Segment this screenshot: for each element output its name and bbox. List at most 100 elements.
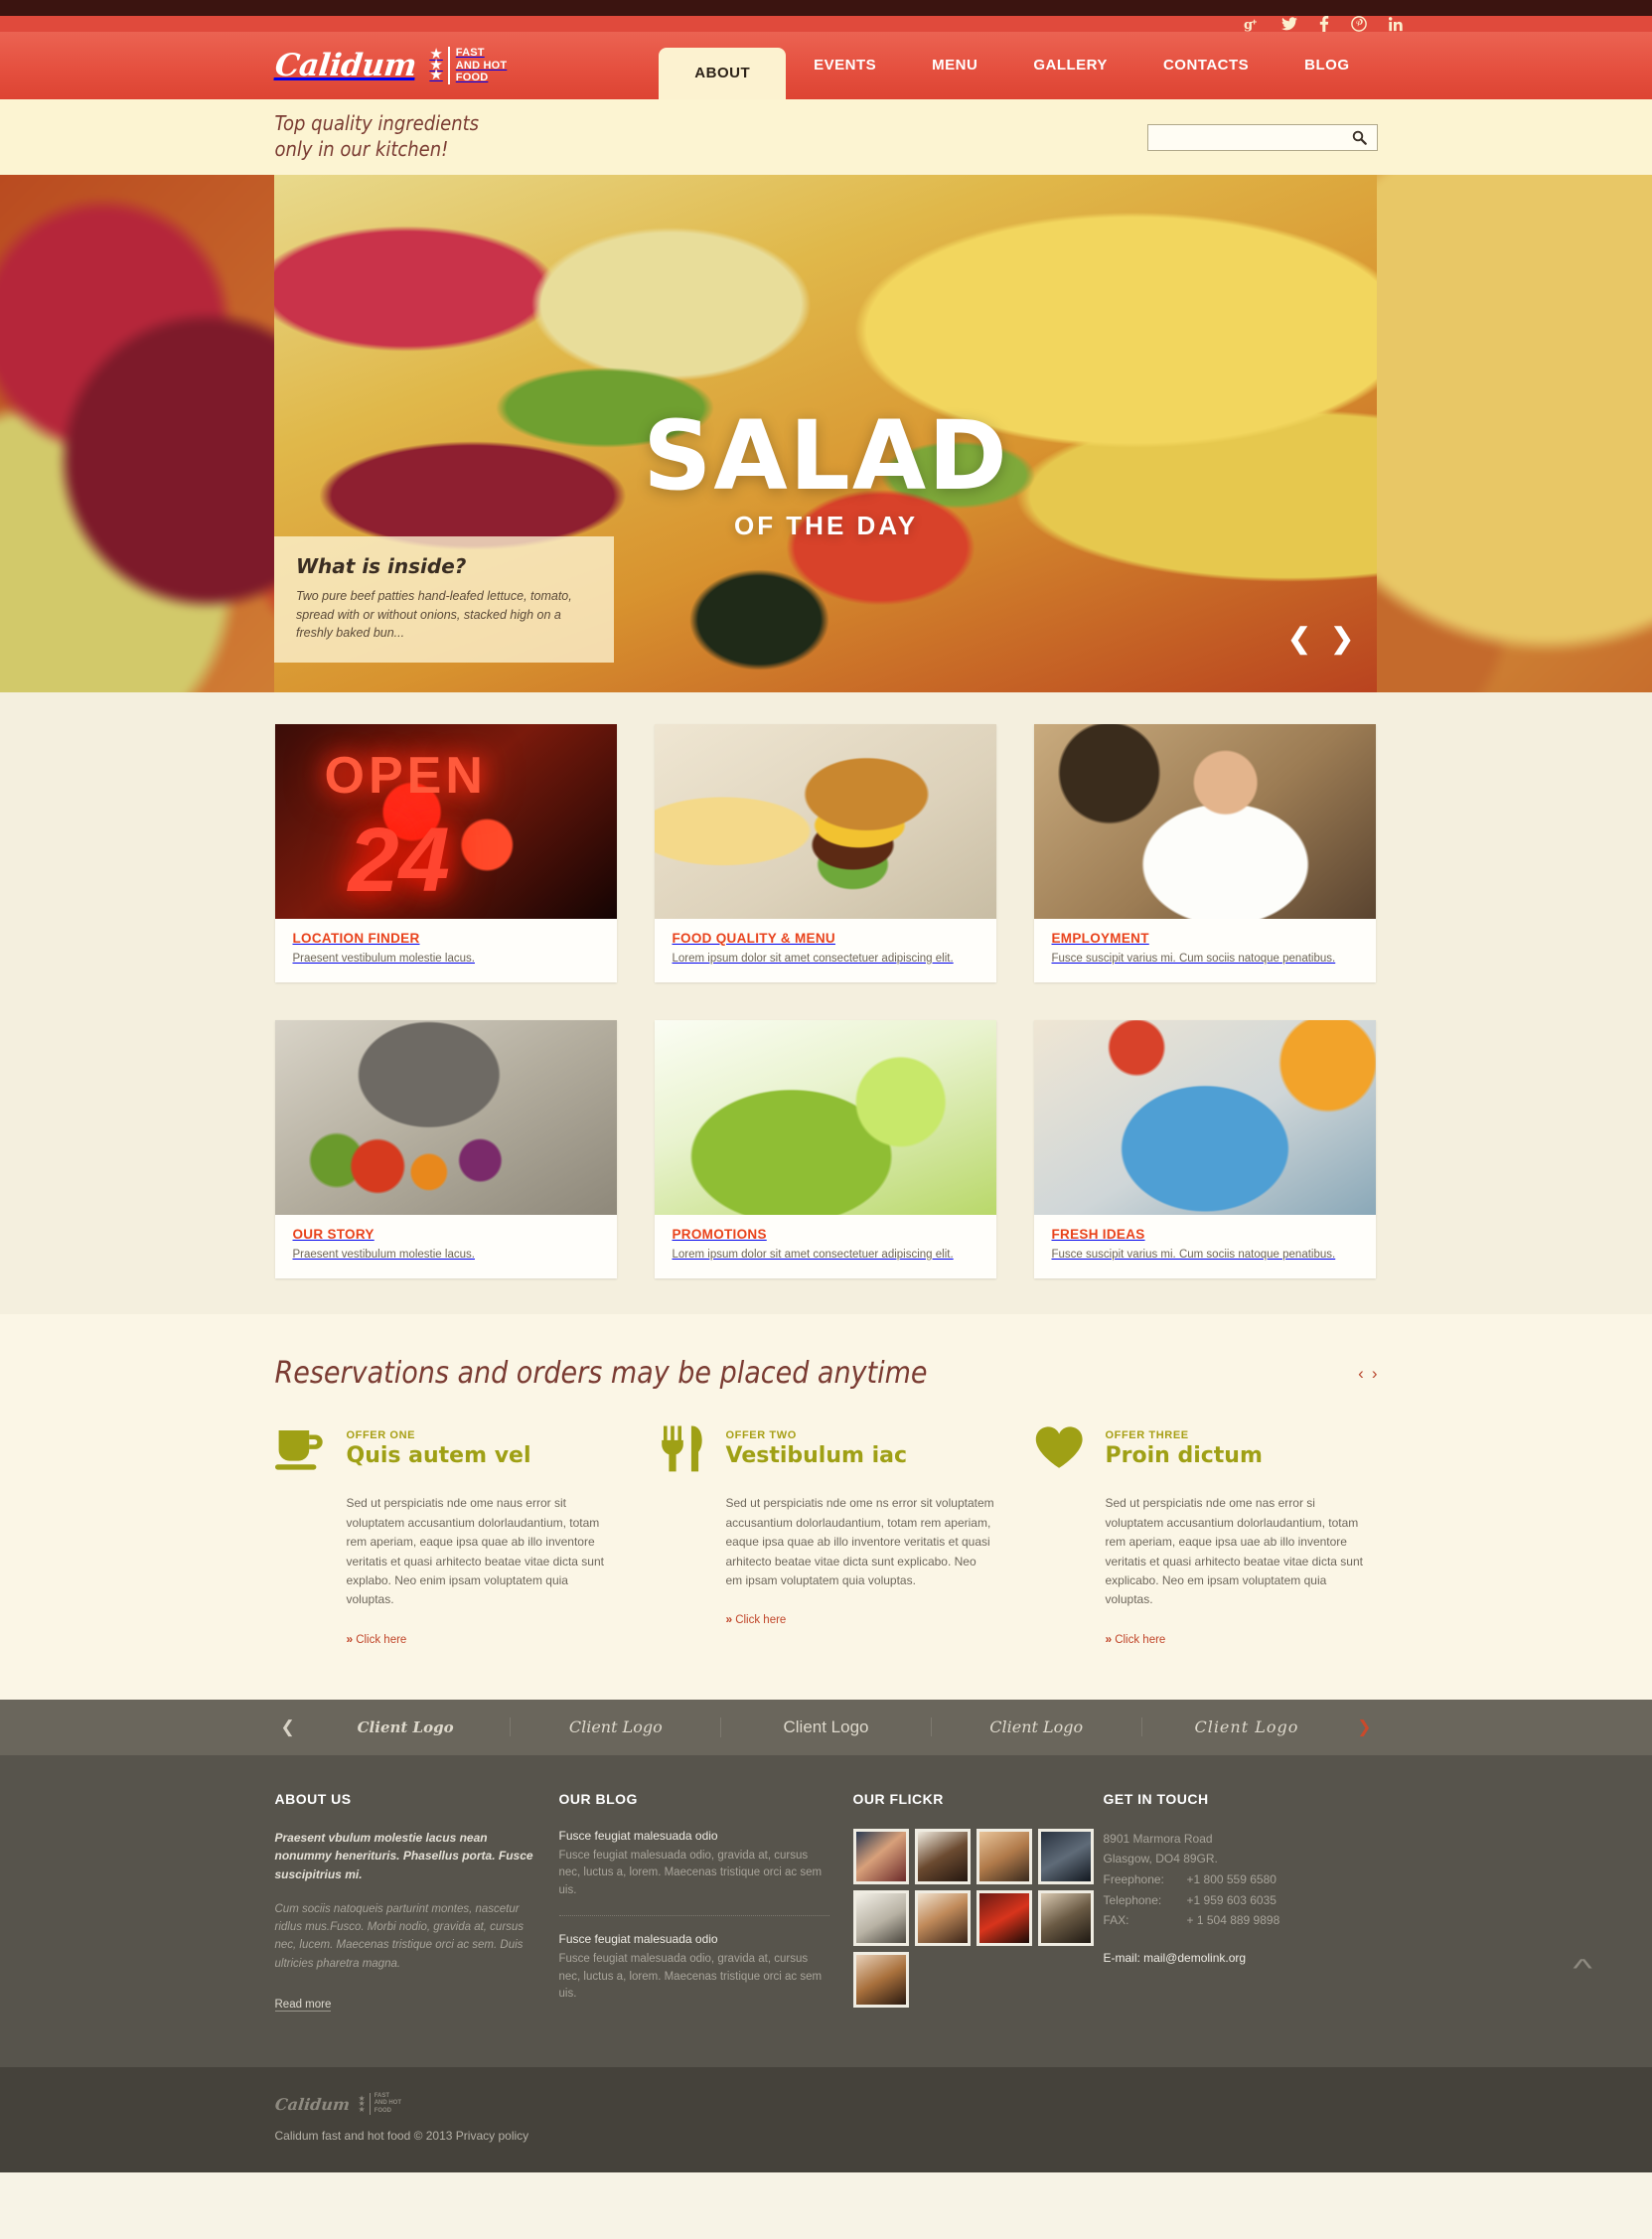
offer-text: Sed ut perspiciatis nde ome naus error s…	[346, 1496, 604, 1607]
offer-two: OFFER TWO Vestibulum iac Sed ut perspici…	[655, 1424, 996, 1648]
hero-slider[interactable]: SALAD OF THE DAY What is inside? Two pur…	[0, 175, 1652, 692]
footer-get-in-touch: GET IN TOUCH 8901 Marmora Road Glasgow, …	[1104, 1791, 1378, 2019]
slider-title: SALAD	[643, 400, 1009, 512]
telephone-value: +1 959 603 6035	[1186, 1892, 1277, 1907]
card-employment[interactable]: EMPLOYMENT Fusce suscipit varius mi. Cum…	[1033, 724, 1376, 983]
offer-text: Sed ut perspiciatis nde ome ns error sit…	[725, 1496, 994, 1587]
tagline-text: Top quality ingredients only in our kitc…	[275, 111, 480, 162]
card-desc: Praesent vestibulum molestie lacus.	[292, 953, 475, 965]
offer-title: Proin dictum	[1105, 1442, 1263, 1468]
offers-controls: ‹ ›	[1358, 1364, 1377, 1384]
freephone-value: +1 800 559 6580	[1186, 1872, 1277, 1887]
footer-about-heading: ABOUT US	[274, 1790, 352, 1807]
site-header: Calidum ★ ★ ★ FAST AND HOT FOOD ABOUT EVEN…	[0, 32, 1652, 99]
client-logo-5[interactable]: Client Logo	[1140, 1717, 1352, 1737]
nav-item-about[interactable]: ABOUT	[659, 48, 787, 99]
google-plus-icon[interactable]: g +	[1244, 16, 1260, 32]
card-location-finder[interactable]: LOCATION FINDER Praesent vestibulum mole…	[274, 724, 617, 983]
flickr-thumb-6[interactable]	[914, 1889, 971, 1946]
nav-item-events[interactable]: EVENTS	[786, 32, 904, 99]
slider-next-button[interactable]: ❯	[1331, 625, 1354, 653]
card-image-open-sign	[274, 724, 617, 919]
flickr-thumb-2[interactable]	[914, 1828, 971, 1884]
search-button[interactable]	[1343, 125, 1377, 150]
footer-telephone: Telephone: +1 959 603 6035	[1104, 1890, 1378, 1911]
flickr-thumb-1[interactable]	[852, 1828, 909, 1884]
back-to-top-icon[interactable]: ^	[1573, 1953, 1592, 1984]
flickr-thumb-4[interactable]	[1037, 1828, 1094, 1884]
slider-prev-button[interactable]: ❮	[1287, 625, 1310, 653]
client-logo-3[interactable]: Client Logo	[720, 1717, 931, 1737]
slider-controls: ❮ ❯	[1287, 625, 1354, 653]
offer-three: OFFER THREE Proin dictum Sed ut perspici…	[1034, 1424, 1376, 1648]
clients-next-button[interactable]: ❯	[1351, 1717, 1377, 1737]
offers-prev-button[interactable]: ‹	[1358, 1364, 1364, 1384]
copyright-text: Calidum fast and hot food © 2013 Privacy…	[274, 2129, 529, 2144]
footer-read-more-link[interactable]: Read more	[274, 1999, 332, 2013]
tagline-bar: Top quality ingredients only in our kitc…	[0, 99, 1652, 175]
nav-item-blog[interactable]: BLOG	[1277, 32, 1377, 99]
footer-our-blog: OUR BLOG Fusce feugiat malesuada odio Fu…	[558, 1790, 853, 2019]
footer-email[interactable]: E-mail: mail@demolink.org	[1104, 1951, 1378, 1965]
nav-item-menu[interactable]: MENU	[904, 32, 1005, 99]
offers-next-button[interactable]: ›	[1372, 1364, 1378, 1384]
client-logo-1[interactable]: Client Logo	[301, 1718, 511, 1736]
footer-blog-heading: OUR BLOG	[558, 1790, 638, 1807]
card-image-chef	[1033, 724, 1376, 919]
card-fresh-ideas[interactable]: FRESH IDEAS Fusce suscipit varius mi. Cu…	[1033, 1020, 1376, 1279]
offers-section: Reservations and orders may be placed an…	[0, 1314, 1652, 1700]
card-promotions[interactable]: PROMOTIONS Lorem ipsum dolor sit amet co…	[654, 1020, 996, 1279]
flickr-thumb-8[interactable]	[1037, 1889, 1094, 1946]
footer-logo-name: Calidum	[273, 2094, 351, 2114]
footer-flickr-heading: OUR FLICKR	[852, 1790, 944, 1807]
footer-logo-tag1: FAST	[374, 2092, 390, 2099]
card-desc: Lorem ipsum dolor sit amet consectetuer …	[672, 953, 954, 965]
offer-label: OFFER ONE	[346, 1428, 416, 1441]
client-logo-4[interactable]: Client Logo	[930, 1717, 1141, 1737]
slider-caption: What is inside? Two pure beef patties ha…	[274, 535, 614, 663]
offer-link[interactable]: » Click here	[655, 1612, 787, 1626]
offers-heading: Reservations and orders may be placed an…	[274, 1356, 928, 1392]
feature-cards-grid: LOCATION FINDER Praesent vestibulum mole…	[274, 724, 1378, 1279]
fax-label: FAX:	[1103, 1913, 1129, 1928]
flickr-thumb-7[interactable]	[976, 1889, 1032, 1946]
card-title: FOOD QUALITY & MENU	[672, 931, 835, 946]
clients-prev-button[interactable]: ❮	[275, 1717, 301, 1737]
flickr-thumb-9[interactable]	[852, 1951, 909, 2008]
client-logo-2[interactable]: Client Logo	[510, 1717, 720, 1737]
nav-item-gallery[interactable]: GALLERY	[1005, 32, 1135, 99]
card-desc: Fusce suscipit varius mi. Cum sociis nat…	[1051, 953, 1336, 965]
site-logo[interactable]: Calidum ★ ★ ★ FAST AND HOT FOOD	[272, 46, 508, 85]
footer-logo-tagline: FAST AND HOT FOOD	[369, 2092, 401, 2116]
card-title: FRESH IDEAS	[1051, 1227, 1145, 1243]
nav-item-contacts[interactable]: CONTACTS	[1135, 32, 1277, 99]
slider-caption-text: Two pure beef patties hand-leafed lettuc…	[296, 588, 572, 641]
offer-link[interactable]: » Click here	[275, 1632, 407, 1646]
footer-fax: FAX: + 1 504 889 9898	[1104, 1910, 1378, 1931]
logo-name: Calidum	[272, 48, 418, 83]
offer-one: OFFER ONE Quis autem vel Sed ut perspici…	[274, 1424, 617, 1648]
site-footer: ABOUT US Praesent vbulum molestie lacus …	[0, 1754, 1652, 2067]
blog-post-title: Fusce feugiat malesuada odio	[558, 1932, 718, 1947]
offer-link-label: Click here	[735, 1614, 787, 1627]
card-title: OUR STORY	[292, 1227, 375, 1243]
svg-text:+: +	[1252, 17, 1257, 27]
footer-logo[interactable]: Calidum ★ ★ ★ FAST AND HOT FOOD	[273, 2092, 1378, 2116]
pinterest-icon[interactable]	[1351, 16, 1367, 32]
flickr-thumb-5[interactable]	[852, 1889, 909, 1946]
blog-post-title: Fusce feugiat malesuada odio	[558, 1828, 718, 1843]
search-input[interactable]	[1147, 124, 1343, 150]
twitter-icon[interactable]	[1281, 17, 1297, 31]
facebook-icon[interactable]	[1319, 16, 1329, 32]
offer-link[interactable]: » Click here	[1034, 1632, 1166, 1646]
footer-blog-post-1[interactable]: Fusce feugiat malesuada odio Fusce feugi…	[559, 1829, 829, 1899]
card-image-vegetables	[274, 1020, 617, 1216]
linkedin-icon[interactable]	[1389, 16, 1404, 32]
card-title: LOCATION FINDER	[292, 931, 420, 946]
fax-value: + 1 504 889 9898	[1186, 1913, 1280, 1928]
footer-blog-post-2[interactable]: Fusce feugiat malesuada odio Fusce feugi…	[559, 1932, 829, 2003]
card-food-quality-menu[interactable]: FOOD QUALITY & MENU Lorem ipsum dolor si…	[654, 724, 996, 983]
flickr-thumb-3[interactable]	[976, 1828, 1032, 1884]
card-our-story[interactable]: OUR STORY Praesent vestibulum molestie l…	[274, 1020, 617, 1279]
copyright-bar: Calidum ★ ★ ★ FAST AND HOT FOOD Calidum fa…	[0, 2066, 1652, 2173]
